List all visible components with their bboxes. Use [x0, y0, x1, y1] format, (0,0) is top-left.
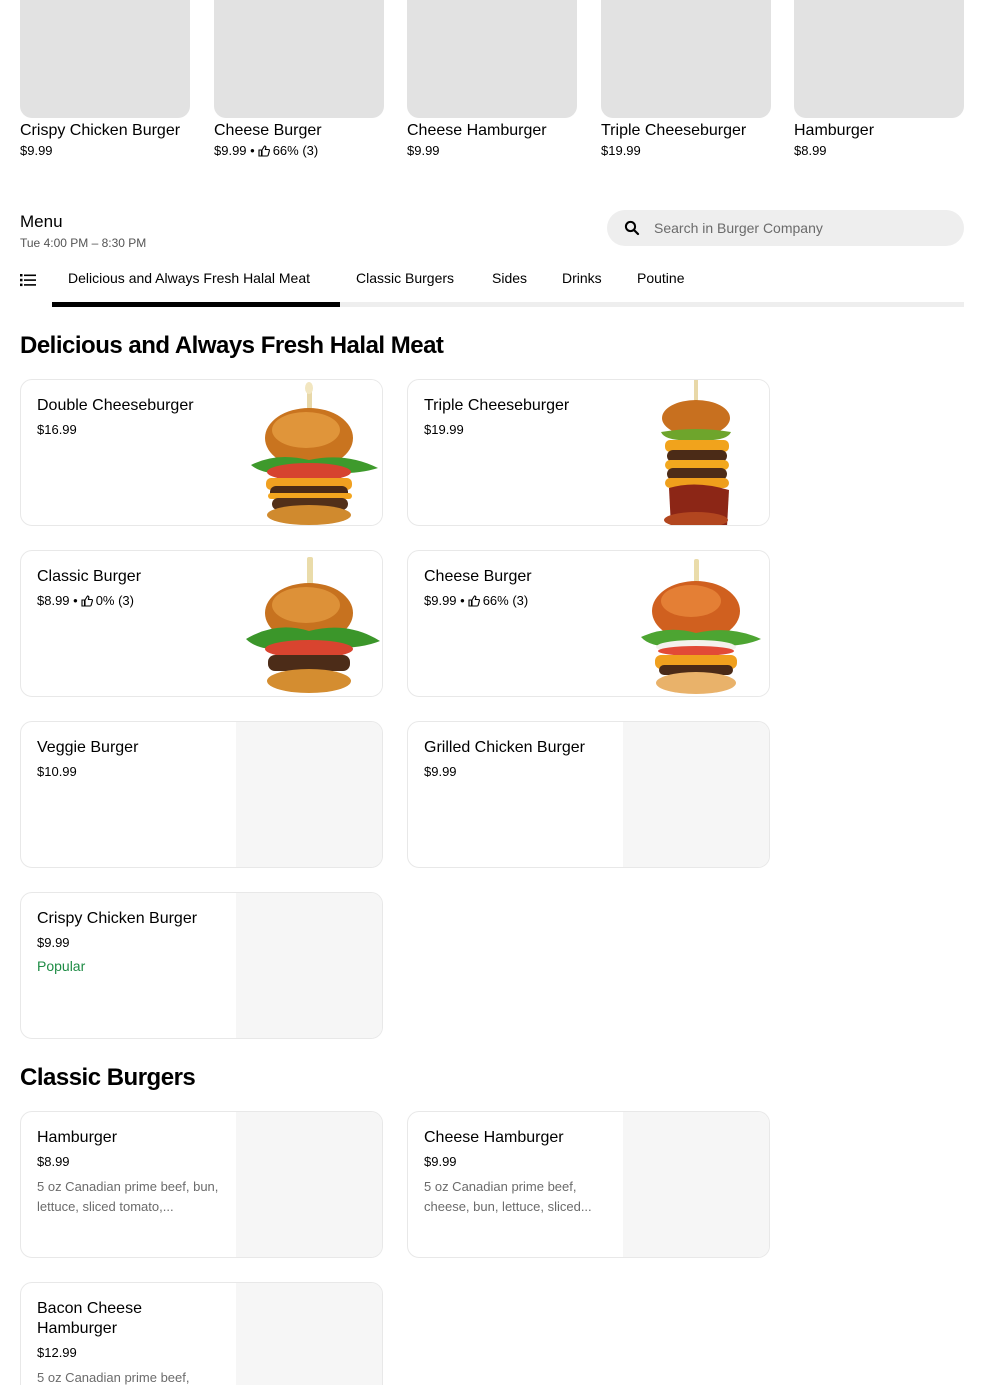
- triple-cheeseburger-image: [623, 380, 769, 525]
- popular-badge: Popular: [37, 958, 86, 974]
- item-image: [623, 551, 769, 696]
- menu-item-card[interactable]: Veggie Burger $10.99: [20, 721, 383, 868]
- featured-item-price: $9.99: [407, 143, 440, 158]
- item-image: [236, 380, 382, 525]
- tab-active-indicator: [52, 302, 340, 307]
- thumbs-up-icon: [258, 144, 270, 157]
- item-title: Hamburger: [37, 1129, 118, 1146]
- featured-item-price: $9.99 • 66% (3): [214, 143, 319, 158]
- thumbs-up-icon: [81, 594, 93, 607]
- featured-item-title: Cheese Hamburger: [407, 122, 547, 139]
- item-title: Double Cheeseburger: [37, 397, 194, 414]
- search-icon: [624, 220, 640, 236]
- featured-item-image[interactable]: [20, 0, 190, 118]
- item-price: $9.99: [424, 764, 457, 779]
- menu-item-card[interactable]: Grilled Chicken Burger $9.99: [407, 721, 770, 868]
- menu-item-card[interactable]: Triple Cheeseburger $19.99: [407, 379, 770, 526]
- item-image-placeholder: [623, 722, 769, 867]
- item-price: $9.99: [37, 935, 70, 950]
- item-price: $9.99: [424, 1154, 457, 1169]
- menu-item-card[interactable]: Double Cheeseburger $16.99: [20, 379, 383, 526]
- menu-title: Menu: [20, 212, 63, 231]
- featured-item-title: Triple Cheeseburger: [601, 122, 747, 139]
- item-image: [236, 551, 382, 696]
- featured-item[interactable]: Cheese Hamburger $9.99: [407, 0, 577, 158]
- tab-sides[interactable]: Sides: [492, 270, 527, 286]
- cheese-burger-image: [623, 551, 769, 696]
- featured-item[interactable]: Cheese Burger $9.99 • 66% (3): [214, 0, 384, 158]
- featured-item-price: $19.99: [601, 143, 641, 158]
- item-price: $16.99: [37, 422, 77, 437]
- menu-item-card[interactable]: Bacon Cheese Hamburger $12.99 5 oz Canad…: [20, 1282, 383, 1385]
- featured-item[interactable]: Triple Cheeseburger $19.99: [601, 0, 771, 158]
- menu-header: Menu Tue 4:00 PM – 8:30 PM: [20, 212, 146, 250]
- tab-delicious-halal[interactable]: Delicious and Always Fresh Halal Meat: [68, 270, 310, 286]
- featured-item-image[interactable]: [601, 0, 771, 118]
- featured-item-title: Cheese Burger: [214, 122, 322, 139]
- category-tabs: Delicious and Always Fresh Halal Meat Cl…: [20, 262, 964, 308]
- featured-item-image[interactable]: [407, 0, 577, 118]
- featured-item-title: Hamburger: [794, 122, 875, 139]
- featured-items-carousel: Crispy Chicken Burger $9.99 Cheese Burge…: [20, 0, 964, 165]
- item-price: $10.99: [37, 764, 77, 779]
- featured-item-image[interactable]: [794, 0, 964, 118]
- item-image-placeholder: [236, 1283, 382, 1385]
- item-title: Triple Cheeseburger: [424, 397, 570, 414]
- item-title: Cheese Burger: [424, 568, 532, 585]
- tab-poutine[interactable]: Poutine: [637, 270, 684, 286]
- featured-item[interactable]: Hamburger $8.99: [794, 0, 964, 158]
- item-image-placeholder: [236, 1112, 382, 1257]
- featured-item-price: $9.99: [20, 143, 53, 158]
- menu-item-card[interactable]: Cheese Hamburger $9.99 5 oz Canadian pri…: [407, 1111, 770, 1258]
- list-icon[interactable]: [20, 272, 36, 288]
- menu-item-card[interactable]: Classic Burger $8.99 • 0% (3): [20, 550, 383, 697]
- menu-hours: Tue 4:00 PM – 8:30 PM: [20, 236, 147, 250]
- item-price: $9.99 • 66% (3): [424, 593, 529, 608]
- item-title: Cheese Hamburger: [424, 1129, 564, 1146]
- tab-drinks[interactable]: Drinks: [562, 270, 602, 286]
- item-image-placeholder: [236, 893, 382, 1038]
- item-description: 5 oz Canadian prime beef, bun, lettuce, …: [37, 1179, 219, 1214]
- double-cheeseburger-image: [236, 380, 382, 525]
- featured-item-image[interactable]: [214, 0, 384, 118]
- item-description: 5 oz Canadian prime beef, cheese, bun, l…: [424, 1179, 592, 1214]
- item-title: Classic Burger: [37, 568, 142, 585]
- thumbs-up-icon: [468, 594, 480, 607]
- item-description: 5 oz Canadian prime beef,: [37, 1370, 190, 1385]
- featured-item-price: $8.99: [794, 143, 827, 158]
- item-title: Grilled Chicken Burger: [424, 739, 585, 756]
- menu-item-card[interactable]: Hamburger $8.99 5 oz Canadian prime beef…: [20, 1111, 383, 1258]
- menu-item-card[interactable]: Crispy Chicken Burger $9.99 Popular: [20, 892, 383, 1039]
- menu-item-card[interactable]: Cheese Burger $9.99 • 66% (3): [407, 550, 770, 697]
- item-price: $8.99 • 0% (3): [37, 593, 134, 608]
- tab-classic-burgers[interactable]: Classic Burgers: [356, 270, 454, 286]
- item-title: Bacon Cheese Hamburger: [37, 1300, 142, 1337]
- item-title: Crispy Chicken Burger: [37, 910, 198, 927]
- item-price: $8.99: [37, 1154, 70, 1169]
- item-image: [623, 380, 769, 525]
- search-bar[interactable]: [607, 210, 964, 246]
- item-image-placeholder: [236, 722, 382, 867]
- section-title: Delicious and Always Fresh Halal Meat: [20, 332, 444, 359]
- item-price: $12.99: [37, 1345, 77, 1360]
- item-image-placeholder: [623, 1112, 769, 1257]
- item-title: Veggie Burger: [37, 739, 139, 756]
- item-price: $19.99: [424, 422, 464, 437]
- classic-burger-image: [236, 551, 382, 696]
- featured-item-title: Crispy Chicken Burger: [20, 122, 181, 139]
- section-title: Classic Burgers: [20, 1064, 196, 1091]
- search-input[interactable]: [654, 220, 944, 236]
- featured-item[interactable]: Crispy Chicken Burger $9.99: [20, 0, 190, 158]
